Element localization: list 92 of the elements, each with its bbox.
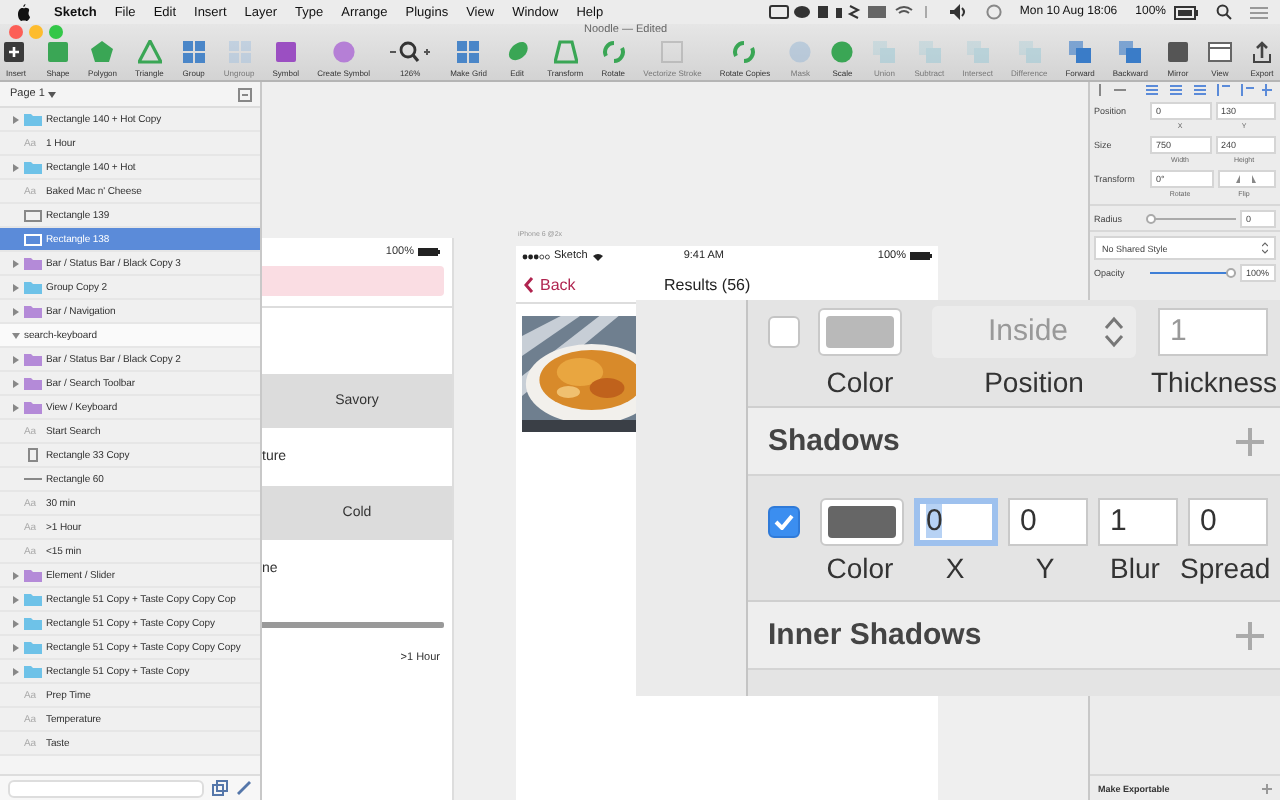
field-caption: Color (824, 552, 896, 588)
battery-icon (910, 252, 932, 260)
disclosure-triangle-icon[interactable] (12, 619, 20, 627)
disclosure-triangle-icon[interactable] (12, 307, 20, 315)
list-icon[interactable] (1250, 5, 1268, 19)
chevron-left-icon (524, 275, 534, 293)
disclosure-triangle-icon[interactable] (12, 115, 20, 123)
triangle-icon (137, 40, 162, 64)
plus-icon[interactable] (1236, 621, 1264, 649)
pencil-icon[interactable] (236, 780, 252, 796)
battery-icon[interactable] (1174, 5, 1198, 19)
field-caption: Thickness (1150, 366, 1278, 398)
updown-icon (1104, 315, 1124, 347)
rectangle-icon (24, 448, 42, 462)
folder-icon (24, 112, 42, 126)
layer-filter-field[interactable] (8, 779, 204, 797)
up-arrow-icon (1250, 40, 1274, 64)
shadow-field[interactable]: 0 (1008, 498, 1088, 546)
flip-icon (1232, 174, 1261, 184)
shadow-field[interactable]: 0 (914, 498, 998, 546)
zoom-icon (388, 40, 433, 64)
clock-icon[interactable] (985, 4, 1002, 20)
layers-icon (872, 40, 897, 64)
square-icon (273, 40, 298, 64)
wifi-icon (591, 251, 604, 261)
rotate-icon (732, 40, 757, 64)
layers-icon (1118, 40, 1143, 64)
trapezoid-icon (553, 40, 578, 64)
shadow-field[interactable]: 0 (1188, 498, 1268, 546)
signal-icon (522, 253, 550, 259)
square-icon (46, 40, 71, 64)
alignment-icons-drawing[interactable] (1094, 84, 1274, 96)
folder-icon (24, 160, 42, 174)
layers-icon (1068, 40, 1093, 64)
disclosure-triangle-icon[interactable] (12, 667, 20, 675)
section-title: Inner Shadows (768, 618, 982, 652)
rotate-icon (601, 40, 626, 64)
slider-thumb[interactable] (1145, 213, 1155, 223)
collapse-icon[interactable] (238, 87, 252, 101)
nav-title: Results (56) (664, 275, 751, 293)
pentagon-icon (90, 40, 115, 64)
disclosure-triangle-icon[interactable] (12, 331, 20, 339)
disclosure-triangle-icon[interactable] (12, 379, 20, 387)
copy-icon[interactable] (212, 780, 228, 796)
square-icon (1165, 40, 1190, 64)
search-icon[interactable] (1216, 4, 1232, 20)
field-caption: Color (826, 366, 894, 398)
slider-thumb[interactable] (1226, 268, 1237, 278)
grid-icon (456, 40, 481, 64)
field-caption: Spread (1180, 552, 1270, 588)
grid-icon (181, 40, 206, 64)
disclosure-triangle-icon[interactable] (12, 595, 20, 603)
field-caption: X (943, 552, 967, 588)
plus-icon[interactable] (1262, 783, 1272, 793)
apple-icon[interactable] (16, 3, 32, 21)
battery-icon (418, 248, 440, 256)
disclosure-triangle-icon[interactable] (12, 571, 20, 579)
layers-icon (917, 40, 942, 64)
check-icon (774, 514, 794, 530)
section-title: Shadows (768, 424, 900, 458)
back-link[interactable]: Back (516, 275, 664, 293)
flip-buttons[interactable] (1217, 170, 1276, 188)
circle-icon (331, 40, 356, 64)
disclosure-triangle-icon[interactable] (12, 403, 20, 411)
disclosure-triangle-icon[interactable] (12, 355, 20, 363)
field-caption: Y (1033, 552, 1057, 588)
checkbox[interactable] (768, 315, 800, 347)
circle-icon (788, 40, 813, 64)
disclosure-triangle-icon[interactable] (12, 163, 20, 171)
square-outline-icon (660, 40, 685, 64)
layers-icon (965, 40, 990, 64)
volume-icon[interactable] (949, 4, 968, 20)
blob-icon (505, 40, 530, 64)
disclosure-triangle-icon[interactable] (12, 283, 20, 291)
line-icon (24, 476, 42, 482)
circle-icon (830, 40, 855, 64)
disclosure-triangle-icon[interactable] (12, 643, 20, 651)
plus-square-icon (4, 40, 28, 64)
color-swatch[interactable] (820, 498, 904, 546)
checkbox[interactable] (768, 506, 800, 538)
updown-icon (1262, 242, 1268, 254)
shadow-field[interactable]: 1 (1098, 498, 1178, 546)
plus-icon[interactable] (1236, 427, 1264, 455)
color-swatch[interactable] (818, 307, 902, 355)
caret-icon (48, 91, 57, 97)
window-icon (1207, 40, 1232, 64)
grid-icon (227, 40, 252, 64)
disclosure-triangle-icon[interactable] (12, 259, 20, 267)
field-caption: Position (984, 366, 1084, 398)
field-caption: Blur (1108, 552, 1162, 588)
layers-icon (1017, 40, 1042, 64)
status-icons-drawing[interactable] (767, 4, 932, 20)
